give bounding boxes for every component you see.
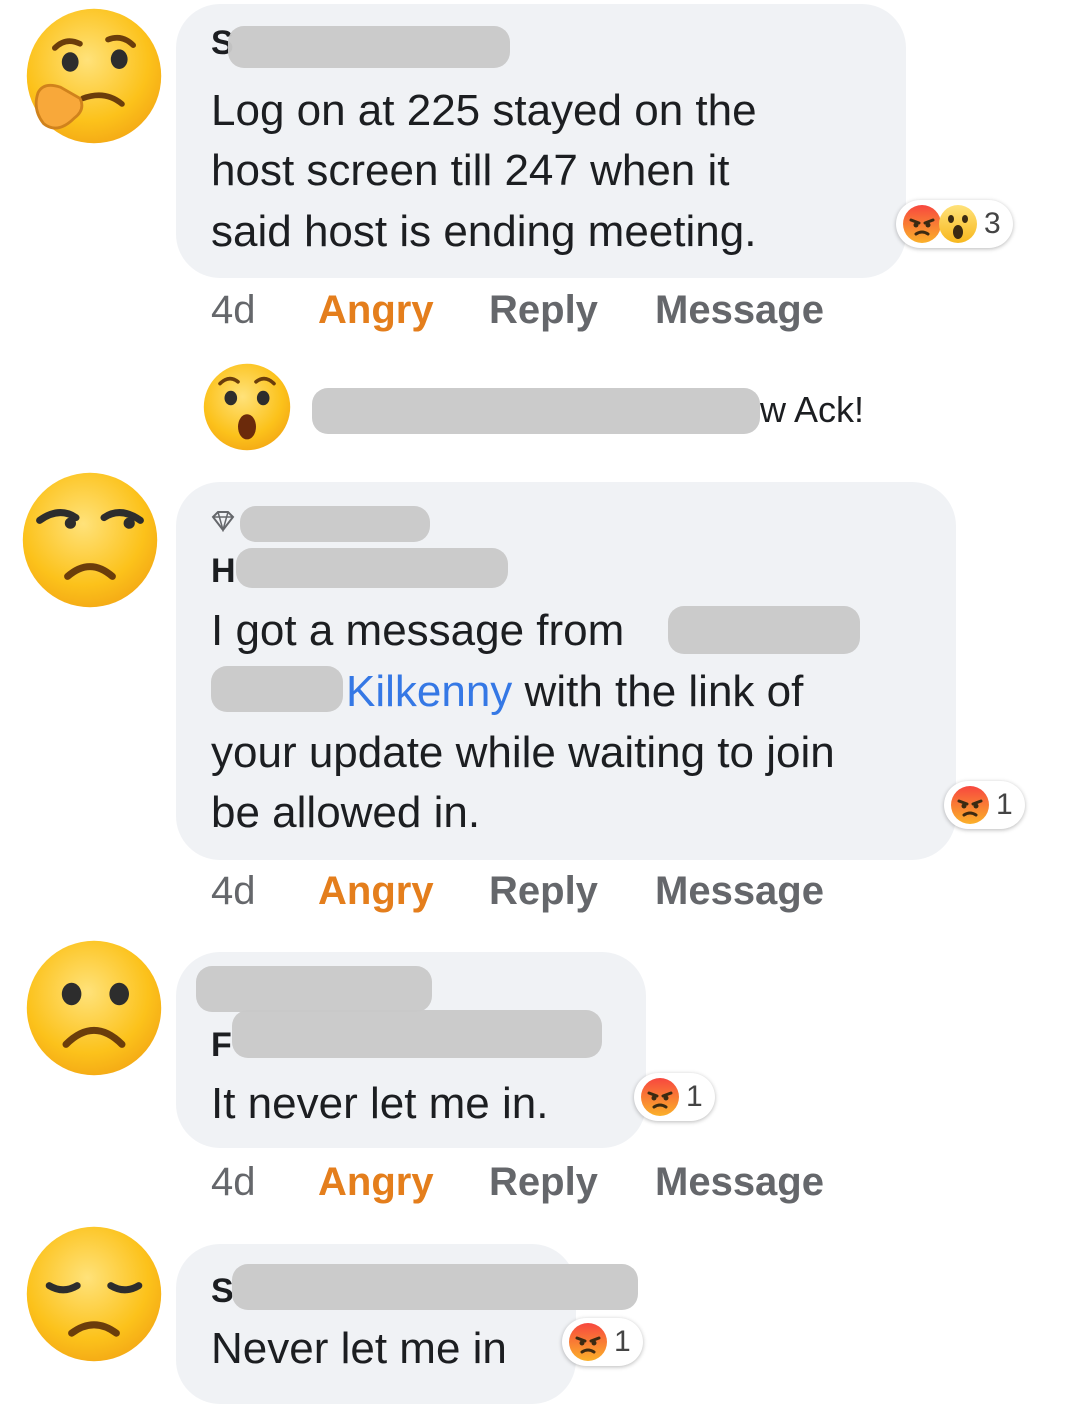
reaction-summary[interactable]: 3 [896,200,1013,248]
comment-text-line: I got a message from [211,606,625,655]
message-button[interactable]: Message [655,288,824,333]
comment-author[interactable]: S [211,1272,234,1311]
reaction-count: 1 [614,1325,631,1358]
message-button[interactable]: Message [655,1160,824,1205]
reply-button[interactable]: Reply [489,288,598,333]
avatar-frowning-face-icon[interactable] [24,938,164,1078]
redacted-mention [211,666,343,712]
reaction-summary[interactable]: 1 [944,781,1025,829]
redacted-name [236,548,508,588]
redacted-badge [196,966,432,1012]
reaction-count: 1 [686,1080,703,1113]
reply-preview-text[interactable]: w Ack! [760,379,864,440]
angry-reaction-button[interactable]: Angry [318,1160,434,1205]
comment-timestamp: 4d [211,288,256,332]
angry-reaction-button[interactable]: Angry [318,288,434,333]
avatar-thinking-face-icon[interactable] [24,6,164,146]
comment-text-line: your update while waiting to join [211,728,835,777]
comment-text: with the link of [524,667,804,716]
redacted-badge [240,506,430,542]
wow-icon [938,204,978,244]
comment-text-line: Log on at 225 stayed on the [211,86,757,135]
redacted-reply-text [312,388,760,434]
redacted-name [232,1010,602,1058]
comment-text: It never let me in. [211,1079,549,1128]
angry-icon [902,204,942,244]
reaction-summary[interactable]: 1 [634,1073,715,1121]
comment-author[interactable]: H [211,552,236,591]
comment-text-line: said host is ending meeting. [211,207,757,256]
comment-text-line: be allowed in. [211,788,481,837]
reaction-summary[interactable]: 1 [562,1318,643,1366]
reply-button[interactable]: Reply [489,869,598,914]
comment-text-line: Kilkenny with the link of [346,661,803,722]
redacted-name [232,1264,638,1310]
redacted-name [228,26,510,68]
message-button[interactable]: Message [655,869,824,914]
reaction-count: 1 [996,788,1013,821]
avatar-pensive-face-icon[interactable] [24,1224,164,1364]
redacted-mention [668,606,860,654]
comment-text: Never let me in [211,1324,507,1373]
top-fan-badge-icon [210,510,236,533]
comment-text-line: host screen till 247 when it [211,146,730,195]
mention-link[interactable]: Kilkenny [346,667,512,716]
reply-button[interactable]: Reply [489,1160,598,1205]
angry-icon [640,1077,680,1117]
angry-icon [568,1322,608,1362]
comment-timestamp: 4d [211,869,256,913]
angry-reaction-button[interactable]: Angry [318,869,434,914]
reaction-count: 3 [984,207,1001,240]
comment-author[interactable]: F [211,1026,232,1065]
comment-timestamp: 4d [211,1160,256,1204]
avatar-surprised-face-icon[interactable] [202,362,292,452]
avatar-unamused-face-icon[interactable] [20,470,160,610]
angry-icon [950,785,990,825]
